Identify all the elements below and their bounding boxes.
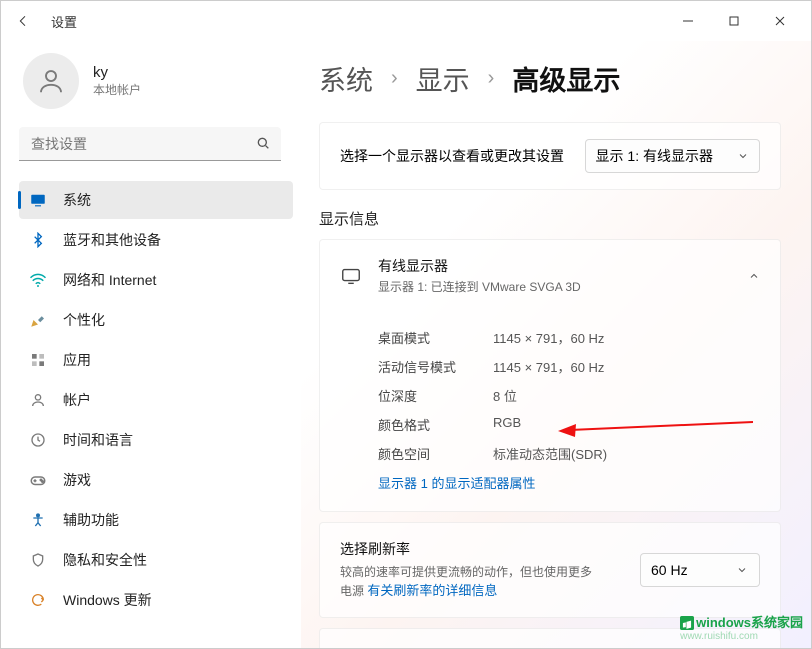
search-icon [255,135,271,151]
back-button[interactable] [9,7,37,35]
refresh-rate-value: 60 Hz [651,562,688,578]
privacy-icon [29,551,47,569]
display-select-dropdown[interactable]: 显示 1: 有线显示器 [585,139,760,173]
display-info-header[interactable]: 有线显示器 显示器 1: 已连接到 VMware SVGA 3D [320,240,780,311]
sidebar-item-windows-update[interactable]: Windows 更新 [19,581,293,619]
display-sub: 显示器 1: 已连接到 VMware SVGA 3D [378,278,581,295]
chevron-down-icon [737,150,749,162]
remove-display-title: 从桌面删除显示 [340,645,760,649]
kv-desktop-mode: 桌面模式1145 × 791，60 Hz [378,328,760,347]
accounts-icon [29,391,47,409]
kv-color-space: 颜色空间标准动态范围(SDR) [378,444,760,463]
sidebar-item-network[interactable]: 网络和 Internet [19,261,293,299]
display-info-title: 显示信息 [319,208,781,229]
windows-update-icon [29,591,47,609]
sidebar-item-label: 辅助功能 [63,510,119,530]
chevron-right-icon: › [391,67,398,90]
kv-color-format: 颜色格式RGB [378,415,760,434]
sidebar-item-bluetooth[interactable]: 蓝牙和其他设备 [19,221,293,259]
search-box[interactable] [19,127,281,161]
refresh-title: 选择刷新率 [340,539,600,559]
sidebar-item-label: 网络和 Internet [63,270,156,290]
display-select-label: 选择一个显示器以查看或更改其设置 [340,146,564,166]
sidebar-item-privacy[interactable]: 隐私和安全性 [19,541,293,579]
maximize-button[interactable] [711,5,757,37]
display-name: 有线显示器 [378,256,581,276]
sidebar-item-label: Windows 更新 [63,590,152,610]
search-input[interactable] [19,127,281,161]
kv-active-signal: 活动信号模式1145 × 791，60 Hz [378,357,760,376]
monitor-icon [340,265,362,287]
gaming-icon [29,471,47,489]
chevron-up-icon [748,270,760,282]
sidebar-item-accessibility[interactable]: 辅助功能 [19,501,293,539]
display-select-value: 显示 1: 有线显示器 [596,146,713,166]
avatar [23,53,79,109]
profile[interactable]: ky 本地帐户 [19,53,293,109]
time-language-icon [29,431,47,449]
apps-icon [29,351,47,369]
network-icon [29,271,47,289]
accessibility-icon [29,511,47,529]
sidebar-item-personalization[interactable]: 个性化 [19,301,293,339]
adapter-properties-link[interactable]: 显示器 1 的显示适配器属性 [378,476,535,491]
profile-sub: 本地帐户 [93,81,141,98]
sidebar-item-label: 隐私和安全性 [63,550,147,570]
bluetooth-icon [29,231,47,249]
window-title: 设置 [51,12,77,31]
breadcrumb-display[interactable]: 显示 [416,59,470,98]
sidebar-item-label: 时间和语言 [63,430,133,450]
chevron-right-icon: › [488,67,495,90]
sidebar-item-apps[interactable]: 应用 [19,341,293,379]
sidebar-item-label: 应用 [63,350,91,370]
sidebar-item-label: 个性化 [63,310,105,330]
breadcrumb-system[interactable]: 系统 [319,59,373,98]
refresh-info-link[interactable]: 有关刷新率的详细信息 [367,583,497,598]
sidebar-item-system[interactable]: 系统 [19,181,293,219]
refresh-rate-dropdown[interactable]: 60 Hz [640,553,760,587]
breadcrumb-advanced-display: 高级显示 [512,59,620,98]
sidebar-item-label: 系统 [63,190,91,210]
profile-name: ky [93,64,141,81]
sidebar-item-label: 蓝牙和其他设备 [63,230,161,250]
sidebar-item-label: 游戏 [63,470,91,490]
chevron-down-icon [736,564,748,576]
personalization-icon [29,311,47,329]
breadcrumb: 系统 › 显示 › 高级显示 [319,59,781,98]
sidebar-item-time-language[interactable]: 时间和语言 [19,421,293,459]
close-button[interactable] [757,5,803,37]
minimize-button[interactable] [665,5,711,37]
refresh-desc: 较高的速率可提供更流畅的动作，但也使用更多电源 有关刷新率的详细信息 [340,563,600,601]
kv-bit-depth: 位深度8 位 [378,386,760,405]
sidebar-item-label: 帐户 [63,390,91,410]
sidebar-item-accounts[interactable]: 帐户 [19,381,293,419]
system-icon [29,191,47,209]
sidebar-item-gaming[interactable]: 游戏 [19,461,293,499]
